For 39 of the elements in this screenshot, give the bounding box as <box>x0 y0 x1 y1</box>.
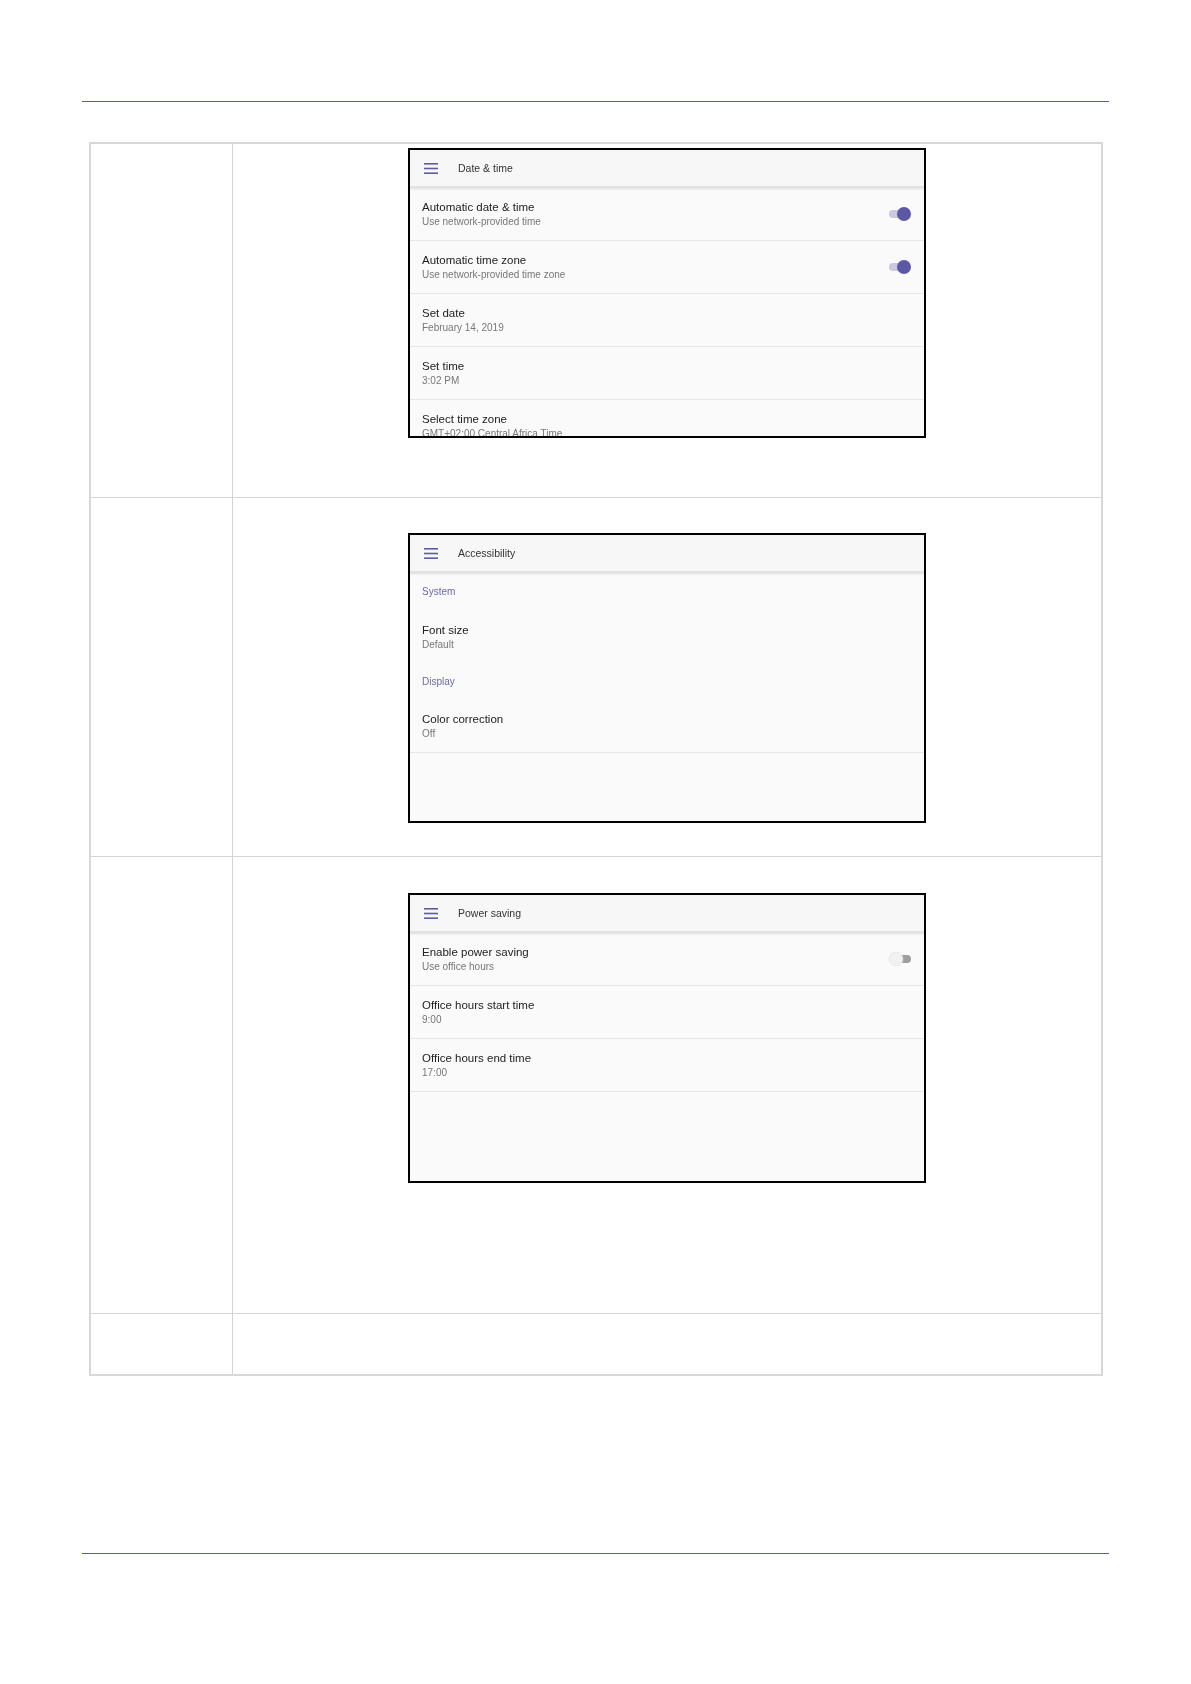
item-title: Automatic date & time <box>422 201 536 213</box>
settings-item[interactable]: Automatic date & time Use network-provided time <box>410 188 924 241</box>
item-title: Select time zone <box>422 413 508 425</box>
settings-item[interactable]: Automatic time zone Use network-provided time zone <box>410 241 924 294</box>
menu-icon[interactable] <box>424 907 438 919</box>
section-header: System <box>422 586 456 597</box>
item-subtitle: Use office hours <box>422 961 496 972</box>
section-header: Display <box>422 676 455 687</box>
item-subtitle: Default <box>422 638 455 650</box>
item-title: Set date <box>422 307 466 319</box>
toggle-switch[interactable] <box>888 951 912 967</box>
settings-item[interactable]: Set date February 14, 2019 <box>410 294 924 347</box>
settings-item[interactable]: Set time 3:02 PM <box>410 347 924 400</box>
item-title: Set time <box>422 360 466 372</box>
screen-title: Power saving <box>458 907 522 919</box>
settings-item[interactable]: Office hours start time 9:00 <box>410 986 924 1039</box>
item-subtitle: 3:02 PM <box>422 375 461 386</box>
screen-title: Accessibility <box>458 547 516 559</box>
item-title: Office hours start time <box>422 999 536 1011</box>
item-title: Automatic time zone <box>422 254 528 266</box>
settings-item[interactable]: Color correction Off <box>410 700 924 753</box>
item-title: Office hours end time <box>422 1052 533 1064</box>
item-title: Enable power saving <box>422 946 530 958</box>
toggle-switch[interactable] <box>888 206 912 222</box>
item-subtitle: 17:00 <box>422 1067 449 1078</box>
item-subtitle: Use network-provided time zone <box>422 269 567 280</box>
menu-icon[interactable] <box>424 162 438 174</box>
item-title: Color correction <box>422 713 505 725</box>
settings-item[interactable]: Enable power saving Use office hours <box>410 933 924 986</box>
item-subtitle: Off <box>422 728 437 739</box>
toggle-switch[interactable] <box>888 259 912 275</box>
menu-icon[interactable] <box>424 547 438 559</box>
settings-item[interactable]: Font size Default <box>410 610 924 663</box>
item-subtitle: Use network-provided time <box>422 216 542 227</box>
item-subtitle: February 14, 2019 <box>422 322 505 333</box>
item-subtitle: 9:00 <box>422 1014 443 1025</box>
item-title: Font size <box>422 623 470 636</box>
settings-item[interactable]: Office hours end time 17:00 <box>410 1039 924 1092</box>
screen-title: Date & time <box>458 162 513 174</box>
